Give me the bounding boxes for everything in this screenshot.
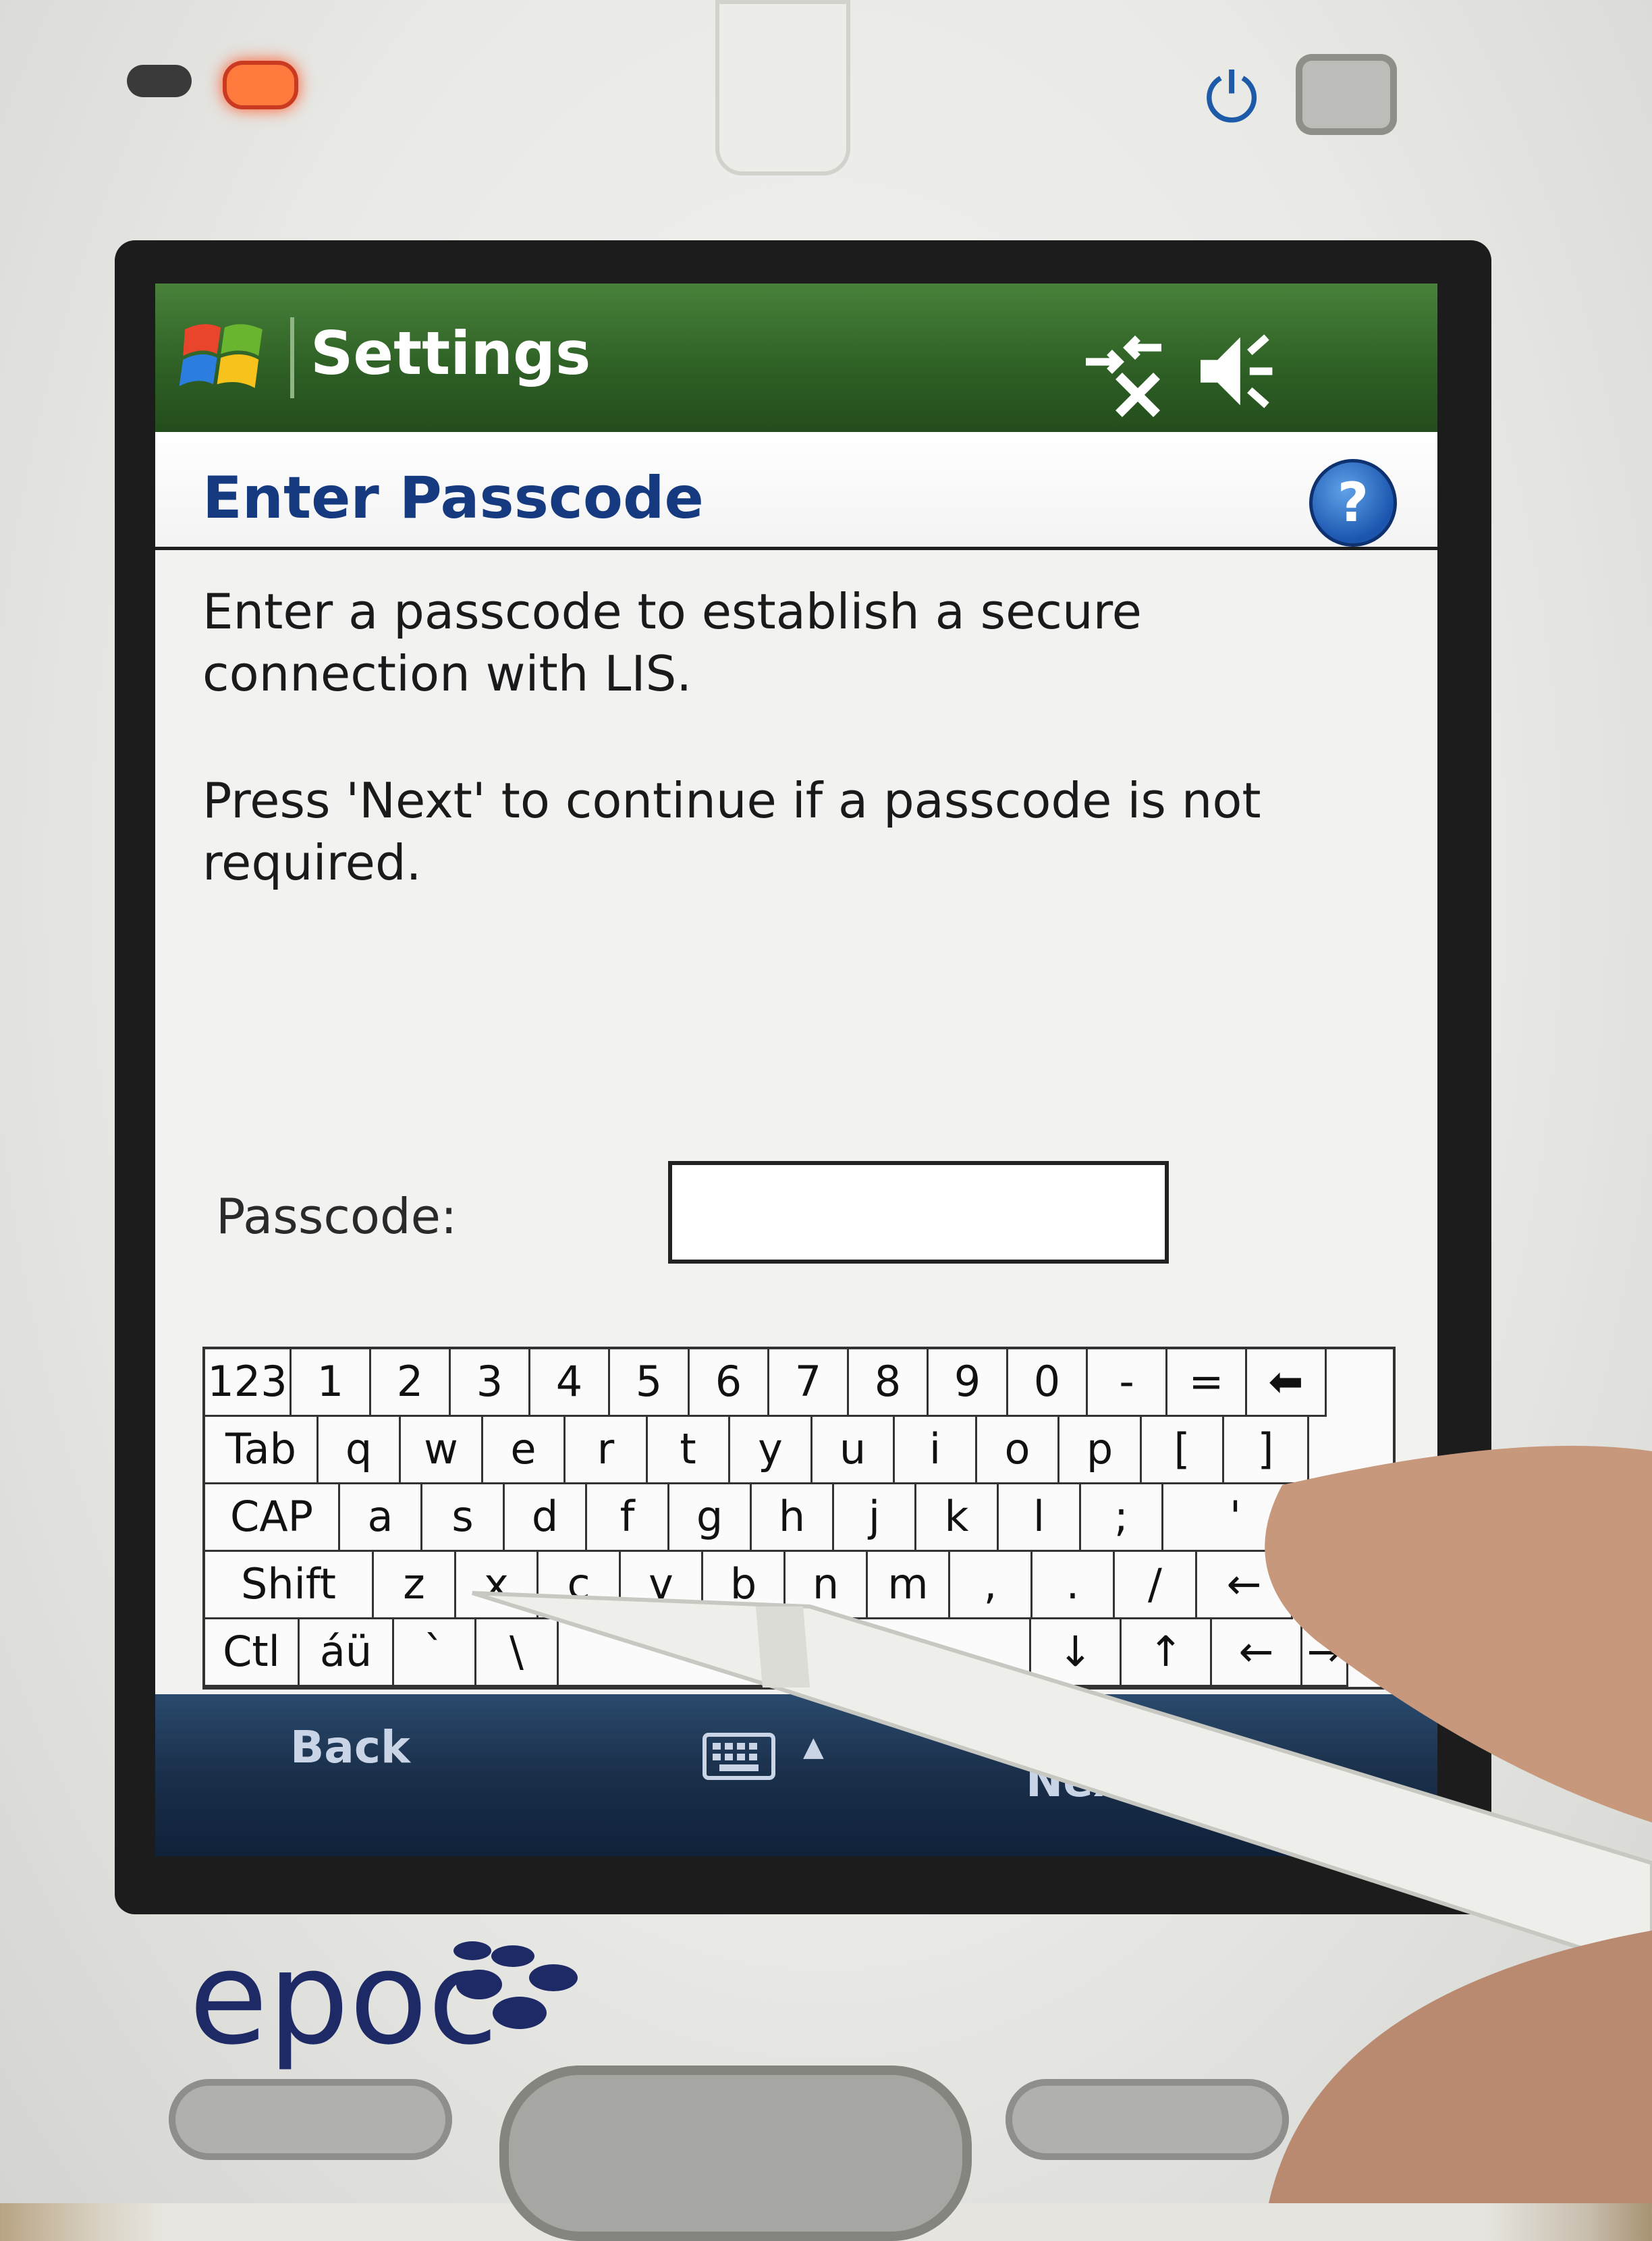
key-6[interactable]: 6 [690,1349,769,1417]
key-x[interactable]: x [456,1552,539,1619]
side-button[interactable] [1296,54,1397,135]
keyboard-row-3: CAP a s d f g h j k l ; ' [205,1484,1309,1552]
title-bar: Settings [155,284,1437,432]
page-header: Enter Passcode ? [155,432,1437,550]
hardware-left-button[interactable] [169,2079,452,2160]
key-j[interactable]: j [834,1484,916,1552]
key-f[interactable]: f [587,1484,669,1552]
soft-keyboard: 123 1 2 3 4 5 6 7 8 9 0 - = ⬅ Tab q w e … [202,1347,1396,1690]
title-divider [290,317,294,398]
key-c[interactable]: c [539,1552,621,1619]
key-l[interactable]: l [999,1484,1081,1552]
key-d[interactable]: d [505,1484,587,1552]
instruction-text-1: Enter a passcode to establish a secure c… [202,583,1142,702]
instruction-text-2: Press 'Next' to continue if a passcode i… [202,772,1261,891]
device-top-logo [715,0,850,176]
status-led-red [223,61,298,109]
key-space[interactable] [559,1619,1031,1687]
key-q[interactable]: q [319,1417,401,1484]
key-shift[interactable]: Shift [205,1552,374,1619]
key-4[interactable]: 4 [530,1349,610,1417]
windows-start-icon[interactable] [175,310,270,405]
power-icon[interactable]: ⏻ [1194,61,1269,135]
key-o[interactable]: o [977,1417,1059,1484]
key-1[interactable]: 1 [292,1349,371,1417]
key-comma[interactable]: , [950,1552,1032,1619]
key-v[interactable]: v [621,1552,703,1619]
key-caps[interactable]: CAP [205,1484,340,1552]
menu-bar: Back ▲ Next [155,1694,1437,1856]
key-backtick[interactable]: ` [394,1619,476,1687]
back-softkey[interactable]: Back [290,1721,410,1773]
key-w[interactable]: w [401,1417,483,1484]
key-accents[interactable]: áü [300,1619,394,1687]
key-tab[interactable]: Tab [205,1417,319,1484]
key-0[interactable]: 0 [1008,1349,1088,1417]
key-right[interactable]: → [1302,1619,1348,1687]
key-ctl[interactable]: Ctl [205,1619,300,1687]
key-backspace[interactable]: ⬅ [1247,1349,1327,1417]
keyboard-row-5: Ctl áü ` \ ↓ ↑ ← → [205,1619,1348,1687]
key-equals[interactable]: = [1167,1349,1247,1417]
key-a[interactable]: a [340,1484,422,1552]
help-button[interactable]: ? [1309,459,1397,547]
hardware-dpad[interactable] [499,2066,972,2241]
keyboard-icon[interactable] [702,1729,776,1783]
key-slash[interactable]: / [1115,1552,1197,1619]
key-m[interactable]: m [868,1552,950,1619]
key-e[interactable]: e [483,1417,566,1484]
key-u[interactable]: u [813,1417,895,1484]
key-9[interactable]: 9 [929,1349,1008,1417]
key-period[interactable]: . [1032,1552,1115,1619]
key-t[interactable]: t [648,1417,730,1484]
hardware-right-button[interactable] [1006,2079,1289,2160]
key-quote[interactable]: ' [1163,1484,1309,1552]
key-minus[interactable]: - [1088,1349,1167,1417]
status-led-off [127,65,192,97]
device-body: ⏻ Settings Enter Passcode ? Enter a pass… [0,0,1652,2241]
app-title: Settings [310,319,591,388]
page-title: Enter Passcode [202,464,704,532]
key-5[interactable]: 5 [610,1349,690,1417]
input-panel-arrow[interactable]: ▲ [803,1731,824,1762]
key-h[interactable]: h [752,1484,834,1552]
key-8[interactable]: 8 [849,1349,929,1417]
passcode-input[interactable] [668,1161,1169,1264]
key-left-bracket[interactable]: [ [1142,1417,1224,1484]
keyboard-row-2: Tab q w e r t y u i o p [ ] [205,1417,1309,1484]
key-z[interactable]: z [374,1552,456,1619]
key-i[interactable]: i [895,1417,977,1484]
key-right-bracket[interactable]: ] [1224,1417,1309,1484]
key-s[interactable]: s [422,1484,505,1552]
key-123[interactable]: 123 [205,1349,292,1417]
volume-muted-icon[interactable] [1188,324,1289,418]
key-y[interactable]: y [730,1417,813,1484]
keyboard-row-1: 123 1 2 3 4 5 6 7 8 9 0 - = ⬅ [205,1349,1327,1417]
passcode-label: Passcode: [216,1188,458,1245]
key-down[interactable]: ↓ [1031,1619,1122,1687]
key-p[interactable]: p [1059,1417,1142,1484]
key-2[interactable]: 2 [371,1349,451,1417]
key-enter[interactable]: ← [1197,1552,1293,1619]
key-backslash[interactable]: \ [476,1619,559,1687]
key-k[interactable]: k [916,1484,999,1552]
instructions: Enter a passcode to establish a secure c… [202,580,1404,959]
key-7[interactable]: 7 [769,1349,849,1417]
connectivity-icon[interactable] [1073,324,1174,418]
brand-dots [453,1941,578,2029]
screen: Settings Enter Passcode ? Enter a passco… [155,284,1437,1856]
key-3[interactable]: 3 [451,1349,530,1417]
key-semicolon[interactable]: ; [1081,1484,1163,1552]
key-up[interactable]: ↑ [1122,1619,1212,1687]
key-g[interactable]: g [669,1484,752,1552]
key-left[interactable]: ← [1212,1619,1302,1687]
key-n[interactable]: n [786,1552,868,1619]
key-r[interactable]: r [566,1417,648,1484]
key-b[interactable]: b [703,1552,786,1619]
keyboard-row-4: Shift z x c v b n m , . / ← [205,1552,1293,1619]
next-softkey[interactable]: Next [1026,1755,1143,1807]
